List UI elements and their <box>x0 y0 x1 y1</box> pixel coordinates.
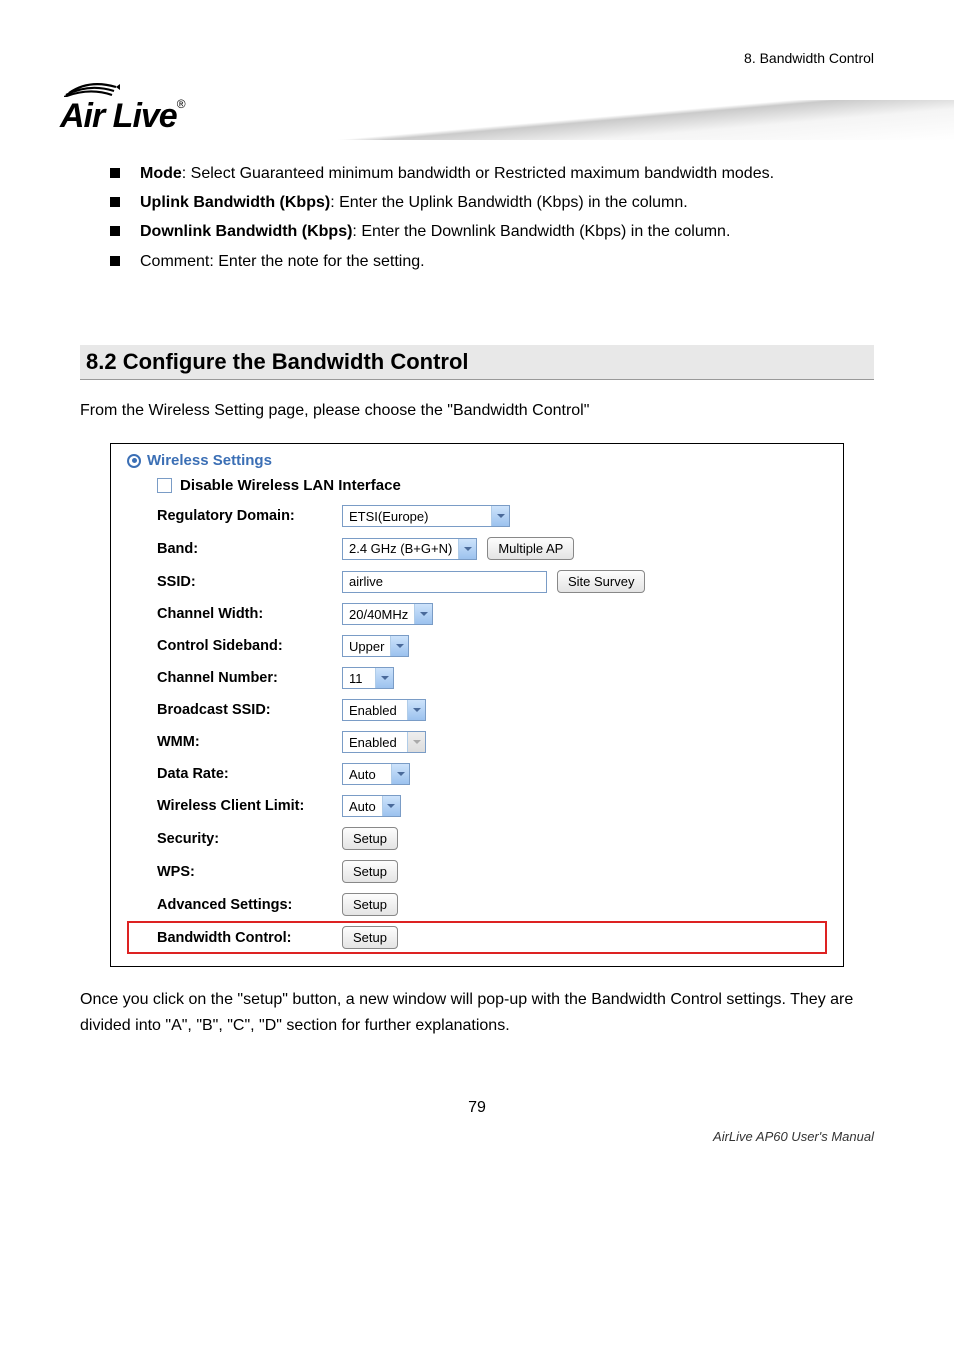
bullet-comment: Comment: Enter the note for the setting. <box>110 248 874 275</box>
bullet-downlink: Downlink Bandwidth (Kbps): Enter the Dow… <box>110 218 874 245</box>
channel-width-label: Channel Width: <box>157 606 332 622</box>
wmm-select: Enabled <box>342 731 426 753</box>
wps-row: WPS: Setup <box>157 855 827 888</box>
broadcast-ssid-label: Broadcast SSID: <box>157 702 332 718</box>
band-select[interactable]: 2.4 GHz (B+G+N) <box>342 538 477 560</box>
chevron-down-icon <box>414 604 432 624</box>
control-sideband-row: Control Sideband: Upper <box>157 630 827 662</box>
advanced-settings-row: Advanced Settings: Setup <box>157 888 827 921</box>
bullet-mode: Mode: Select Guaranteed minimum bandwidt… <box>110 160 874 187</box>
broadcast-ssid-select[interactable]: Enabled <box>342 699 426 721</box>
bandwidth-control-row: Bandwidth Control: Setup <box>127 921 827 954</box>
channel-number-row: Channel Number: 11 <box>157 662 827 694</box>
panel-title: Wireless Settings <box>127 452 827 469</box>
wmm-label: WMM: <box>157 734 332 750</box>
chevron-down-icon <box>407 700 425 720</box>
security-setup-button[interactable]: Setup <box>342 827 398 850</box>
bandwidth-setup-button[interactable]: Setup <box>342 926 398 949</box>
header-gradient <box>220 100 954 140</box>
page-number: 79 <box>80 1099 874 1117</box>
chevron-down-icon <box>390 636 408 656</box>
section-heading: 8.2 Configure the Bandwidth Control <box>80 345 874 380</box>
target-icon <box>127 454 141 468</box>
control-sideband-select[interactable]: Upper <box>342 635 409 657</box>
wps-setup-button[interactable]: Setup <box>342 860 398 883</box>
regulatory-domain-row: Regulatory Domain: ETSI(Europe) <box>157 500 827 532</box>
chevron-down-icon <box>458 539 476 559</box>
security-label: Security: <box>157 831 332 847</box>
client-limit-label: Wireless Client Limit: <box>157 798 332 814</box>
chevron-down-icon <box>375 668 393 688</box>
channel-width-row: Channel Width: 20/40MHz <box>157 598 827 630</box>
band-label: Band: <box>157 541 332 557</box>
client-limit-row: Wireless Client Limit: Auto <box>157 790 827 822</box>
advanced-settings-label: Advanced Settings: <box>157 897 332 913</box>
regulatory-domain-label: Regulatory Domain: <box>157 508 332 524</box>
chevron-down-icon <box>382 796 400 816</box>
ssid-label: SSID: <box>157 574 332 590</box>
wps-label: WPS: <box>157 864 332 880</box>
intro-paragraph: From the Wireless Setting page, please c… <box>80 398 874 424</box>
manual-name: AirLive AP60 User's Manual <box>80 1129 874 1144</box>
chapter-label: 8. Bandwidth Control <box>744 50 874 66</box>
control-sideband-label: Control Sideband: <box>157 638 332 654</box>
data-rate-label: Data Rate: <box>157 766 332 782</box>
security-row: Security: Setup <box>157 822 827 855</box>
disable-wlan-label: Disable Wireless LAN Interface <box>180 477 401 494</box>
broadcast-ssid-row: Broadcast SSID: Enabled <box>157 694 827 726</box>
band-row: Band: 2.4 GHz (B+G+N) Multiple AP <box>157 532 827 565</box>
data-rate-select[interactable]: Auto <box>342 763 410 785</box>
regulatory-domain-select[interactable]: ETSI(Europe) <box>342 505 510 527</box>
chevron-down-icon <box>491 506 509 526</box>
logo-text: Air Live <box>60 97 177 135</box>
airlive-logo: Air Live® <box>60 75 186 136</box>
advanced-setup-button[interactable]: Setup <box>342 893 398 916</box>
data-rate-row: Data Rate: Auto <box>157 758 827 790</box>
disable-wlan-checkbox[interactable] <box>157 478 172 493</box>
registered-icon: ® <box>177 97 186 111</box>
disable-wlan-row: Disable Wireless LAN Interface <box>157 477 827 494</box>
ssid-input[interactable]: airlive <box>342 571 547 593</box>
wmm-row: WMM: Enabled <box>157 726 827 758</box>
chevron-down-icon <box>407 732 425 752</box>
client-limit-select[interactable]: Auto <box>342 795 401 817</box>
channel-number-label: Channel Number: <box>157 670 332 686</box>
outro-paragraph: Once you click on the "setup" button, a … <box>80 987 874 1038</box>
site-survey-button[interactable]: Site Survey <box>557 570 645 593</box>
bullet-uplink: Uplink Bandwidth (Kbps): Enter the Uplin… <box>110 189 874 216</box>
channel-number-select[interactable]: 11 <box>342 667 394 689</box>
wireless-settings-panel: Wireless Settings Disable Wireless LAN I… <box>110 443 844 967</box>
bullet-list: Mode: Select Guaranteed minimum bandwidt… <box>80 160 874 275</box>
channel-width-select[interactable]: 20/40MHz <box>342 603 433 625</box>
multiple-ap-button[interactable]: Multiple AP <box>487 537 574 560</box>
bandwidth-control-label: Bandwidth Control: <box>157 930 332 946</box>
chevron-down-icon <box>391 764 409 784</box>
page-header: 8. Bandwidth Control Air Live® <box>80 50 874 135</box>
ssid-row: SSID: airlive Site Survey <box>157 565 827 598</box>
